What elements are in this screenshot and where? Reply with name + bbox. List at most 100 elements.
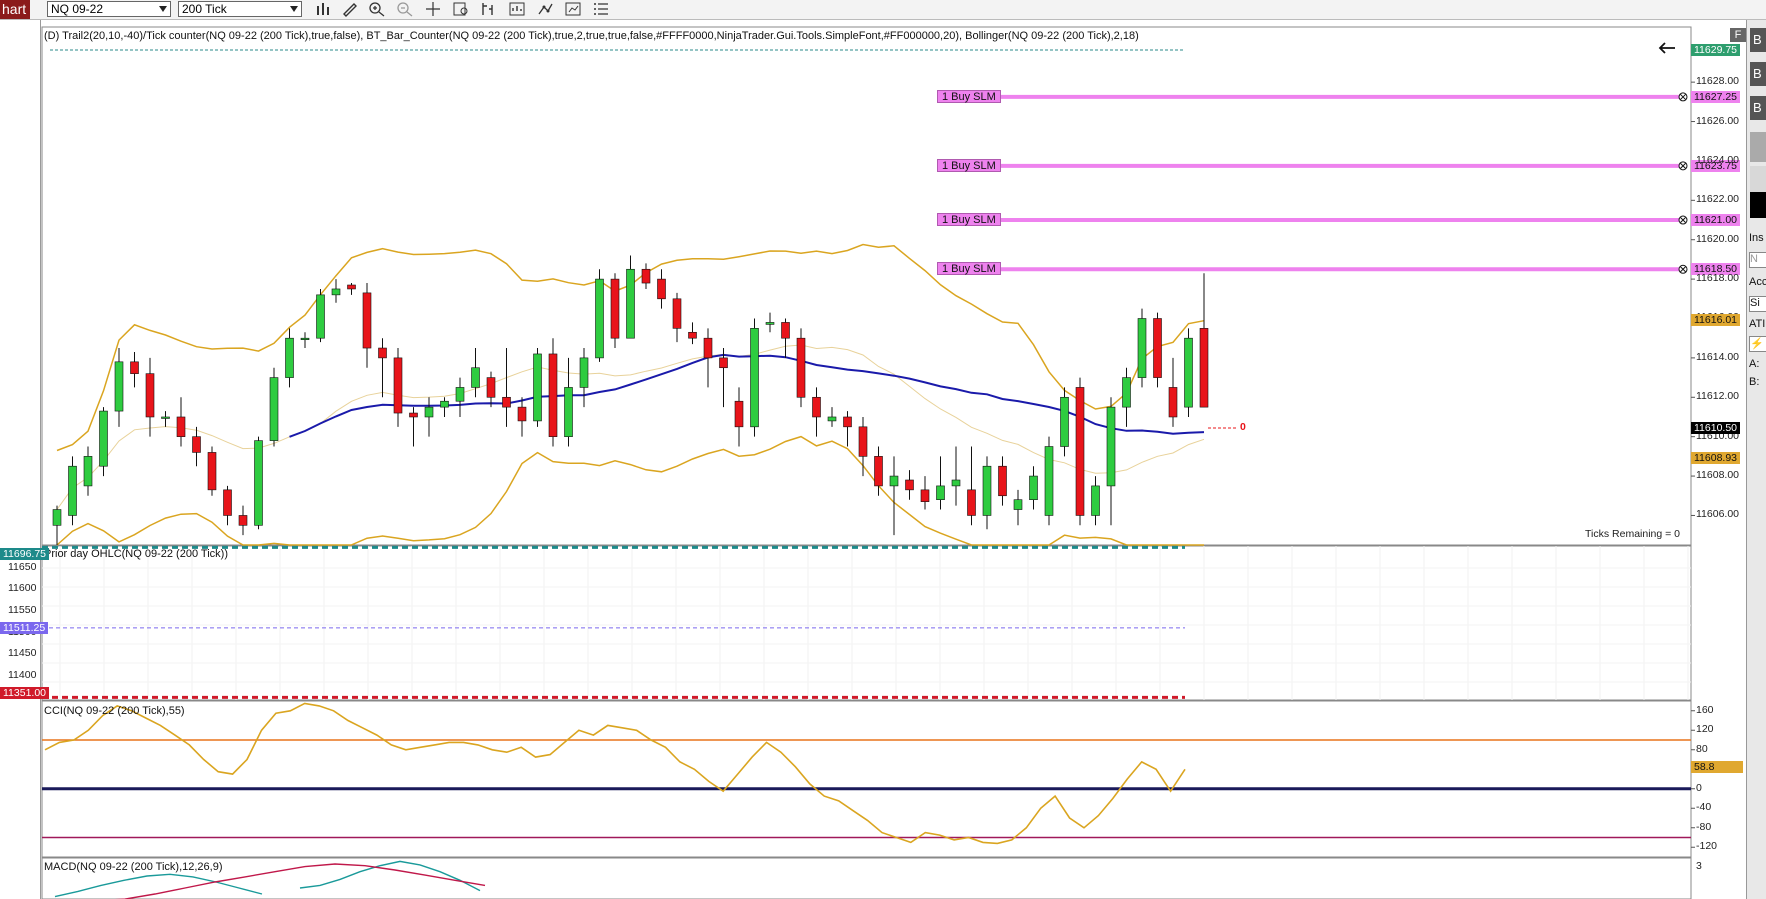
- candle: [1013, 499, 1023, 510]
- candle: [176, 416, 186, 437]
- chart-trader-button-2[interactable]: B: [1750, 62, 1766, 86]
- chart-trader-toggle[interactable]: F: [1730, 28, 1746, 42]
- chart-trader-panel: B B B Ins N Acc Si ATI ⚡ A: B:: [1746, 20, 1766, 899]
- candle: [238, 515, 248, 526]
- candle: [52, 509, 62, 526]
- account-field[interactable]: Si: [1749, 296, 1766, 312]
- candle: [1122, 377, 1131, 408]
- macd-axis-label: 3: [1696, 859, 1702, 872]
- candle: [145, 373, 155, 418]
- candle: [440, 400, 449, 408]
- lower-band-tag: 11608.93: [1691, 452, 1741, 464]
- candle: [967, 489, 976, 516]
- cci-axis-label: 160: [1696, 703, 1714, 716]
- candle: [750, 328, 759, 428]
- candle: [99, 410, 108, 467]
- candle: [641, 268, 651, 284]
- instrument-field[interactable]: N: [1749, 252, 1766, 268]
- candle: [827, 416, 837, 422]
- price-axis-label: 11624.00: [1696, 153, 1740, 166]
- candle: [285, 337, 294, 378]
- ohlc-axis-label: 11550: [8, 604, 37, 617]
- price-axis-label: 11618.00: [1696, 272, 1740, 285]
- candle: [1199, 328, 1209, 408]
- candle: [626, 268, 635, 339]
- candle: [1091, 485, 1100, 516]
- candle: [269, 377, 279, 441]
- prior-mid-tag: 11511.25: [0, 622, 49, 634]
- price-axis-label: 11608.00: [1696, 469, 1740, 482]
- top-price-tag: 11629.75: [1691, 44, 1741, 56]
- price-axis-label: 11612.00: [1696, 390, 1740, 403]
- candle: [192, 436, 201, 453]
- candle: [378, 347, 387, 359]
- candle: [331, 288, 341, 296]
- prior-low-tag: 11351.00: [0, 687, 50, 699]
- ohlc-axis-label: 11600: [8, 582, 37, 595]
- chart-trader-block: [1750, 192, 1766, 218]
- cci-axis-label: 120: [1696, 723, 1714, 736]
- order-label[interactable]: 1 Buy SLM: [937, 158, 1001, 172]
- candle: [486, 377, 496, 398]
- ticks-remaining: Ticks Remaining = 0: [1585, 528, 1681, 540]
- price-axis-label: 11606.00: [1696, 508, 1740, 521]
- candle: [657, 278, 666, 300]
- candle: [703, 337, 713, 359]
- candle: [688, 331, 697, 339]
- candle: [362, 292, 372, 349]
- candle: [300, 337, 310, 340]
- ohlc-panel: [41, 545, 1692, 701]
- bar-counter: 0: [1240, 421, 1246, 433]
- candle: [734, 400, 744, 428]
- cci-panel: [41, 700, 1692, 858]
- candle: [68, 465, 77, 516]
- candle: [1184, 337, 1193, 408]
- candle: [1153, 318, 1162, 378]
- candle: [1106, 406, 1116, 487]
- order-label[interactable]: 1 Buy SLM: [937, 213, 1001, 227]
- candle: [998, 465, 1007, 497]
- candle: [595, 278, 604, 359]
- candle: [533, 353, 542, 422]
- candle: [517, 406, 527, 422]
- lightning-icon[interactable]: ⚡: [1749, 336, 1766, 352]
- candle: [920, 489, 930, 502]
- candle: [1075, 387, 1085, 516]
- ohlc-axis-label: 11400: [8, 669, 37, 682]
- atm-label: ATI: [1749, 318, 1766, 330]
- candle: [843, 416, 852, 428]
- cci-axis-label: -80: [1696, 820, 1712, 833]
- chart-trader-button-1[interactable]: B: [1750, 28, 1766, 52]
- chart-trader-block: [1750, 166, 1766, 192]
- candle: [1044, 446, 1054, 516]
- candle: [254, 440, 263, 526]
- candle: [1029, 475, 1038, 500]
- cci-axis-label: 0: [1696, 781, 1702, 794]
- price-axis-label: 11620.00: [1696, 232, 1740, 245]
- ohlc-panel-legend: Prior day OHLC(NQ 09-22 (200 Tick)): [44, 548, 228, 560]
- candle: [1137, 318, 1147, 378]
- chart-trader-button-3[interactable]: B: [1750, 96, 1766, 120]
- candle: [672, 298, 682, 329]
- candle: [951, 479, 961, 487]
- candle: [982, 465, 992, 516]
- ohlc-axis-label: 11450: [8, 647, 37, 660]
- candle: [130, 361, 139, 374]
- account-label: Acc: [1749, 276, 1766, 288]
- candle: [812, 396, 821, 418]
- price-axis-label: 11626.00: [1696, 114, 1740, 127]
- order-label[interactable]: 1 Buy SLM: [937, 262, 1001, 276]
- back-arrow-icon[interactable]: [1657, 40, 1677, 56]
- candle: [905, 479, 914, 491]
- candle: [858, 426, 868, 457]
- candle: [114, 361, 124, 412]
- candle: [207, 452, 217, 491]
- candle: [564, 387, 573, 437]
- chart-canvas[interactable]: [0, 0, 1766, 899]
- macd-panel: [41, 857, 1692, 899]
- order-price-tag: 11627.25: [1691, 90, 1741, 103]
- candle: [796, 337, 806, 398]
- order-label[interactable]: 1 Buy SLM: [937, 89, 1001, 103]
- candle: [579, 357, 589, 388]
- candle: [455, 387, 465, 402]
